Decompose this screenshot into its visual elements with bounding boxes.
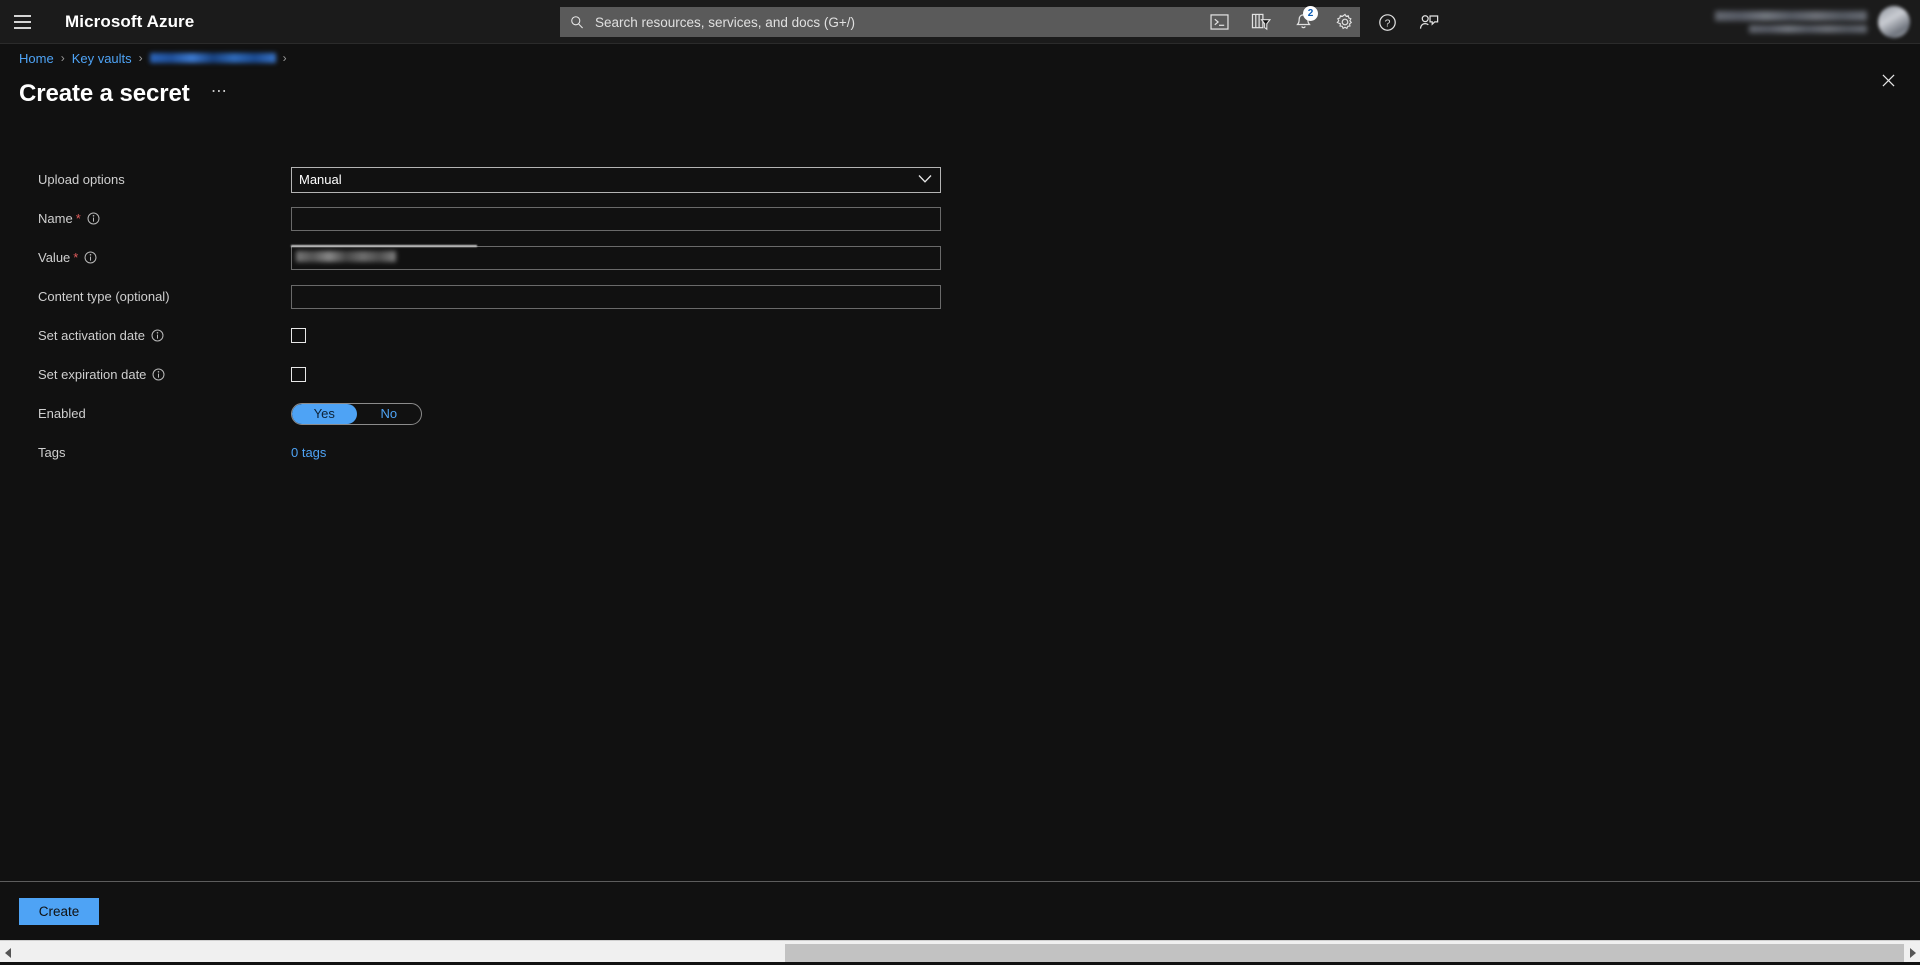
scroll-left-arrow-icon[interactable] [0,941,16,965]
label-value: Value * [38,250,291,265]
enabled-toggle[interactable]: Yes No [291,403,422,425]
blade-footer: Create [0,881,1920,940]
feedback-person-icon[interactable] [1408,0,1450,44]
form-row-upload-options: Upload options Manual Certificate [0,160,1920,199]
name-input[interactable] [291,207,941,231]
form-row-value: Value * [0,238,1920,277]
label-enabled: Enabled [38,406,291,421]
cloud-shell-icon[interactable] [1198,0,1240,44]
account-org-redacted [1749,25,1867,33]
label-set-activation-date: Set activation date [38,328,291,343]
field-enabled: Yes No [291,403,941,425]
info-icon[interactable] [151,329,164,342]
create-secret-form: Upload options Manual Certificate Name * [0,160,1920,472]
label-text: Set expiration date [38,367,146,382]
info-icon[interactable] [87,212,100,225]
upload-options-select[interactable]: Manual Certificate [291,167,941,193]
label-name: Name * [38,211,291,226]
hamburger-line [14,27,31,29]
label-text: Upload options [38,172,125,187]
required-asterisk: * [76,211,81,226]
label-text: Value [38,250,70,265]
settings-gear-icon[interactable] [1324,0,1366,44]
tags-link[interactable]: 0 tags [291,445,326,460]
notifications-bell-icon[interactable]: 2 [1282,0,1324,44]
user-account-menu[interactable] [1460,0,1920,44]
breadcrumb-separator: › [61,51,65,65]
breadcrumb-separator: › [283,51,287,65]
field-set-activation-date [291,328,941,343]
field-set-expiration-date [291,367,941,382]
breadcrumb-separator: › [139,51,143,65]
form-row-tags: Tags 0 tags [0,433,1920,472]
account-name-redacted [1715,11,1867,21]
label-content-type: Content type (optional) [38,289,291,304]
label-tags: Tags [38,445,291,460]
more-menu-icon[interactable]: ⋯ [206,81,234,107]
form-row-enabled: Enabled Yes No [0,394,1920,433]
required-asterisk: * [73,250,78,265]
close-icon[interactable] [1873,65,1903,95]
enabled-toggle-yes[interactable]: Yes [292,404,357,424]
scrollbar-thumb[interactable] [785,944,1904,962]
label-set-expiration-date: Set expiration date [38,367,291,382]
info-icon[interactable] [84,251,97,264]
azure-brand-label[interactable]: Microsoft Azure [65,12,194,32]
label-text: Content type (optional) [38,289,170,304]
enabled-toggle-no[interactable]: No [357,404,422,424]
value-input[interactable] [291,246,941,270]
label-text: Enabled [38,406,86,421]
breadcrumb-item-home[interactable]: Home [19,51,54,66]
breadcrumb-item-vault-redacted[interactable] [150,53,276,63]
hamburger-line [14,21,31,23]
set-expiration-date-checkbox[interactable] [291,367,306,382]
field-value [291,246,941,270]
field-upload-options: Manual Certificate [291,167,941,193]
search-icon [570,15,584,29]
account-text-block [1715,11,1867,33]
scroll-right-arrow-icon[interactable] [1904,941,1920,965]
label-text: Set activation date [38,328,145,343]
directory-filter-icon[interactable] [1240,0,1282,44]
breadcrumb: Home › Key vaults › › [0,44,1920,72]
field-name [291,207,941,231]
info-icon[interactable] [152,368,165,381]
top-navigation-bar: Microsoft Azure [0,0,1920,44]
field-content-type [291,285,941,309]
svg-text:?: ? [1384,18,1390,29]
hamburger-icon[interactable] [0,0,44,44]
label-text: Name [38,211,73,226]
nav-icon-group: 2 ? [1198,0,1450,44]
horizontal-scrollbar[interactable] [0,940,1920,964]
hamburger-line [14,15,31,17]
page-title: Create a secret [19,80,190,108]
field-tags: 0 tags [291,444,941,462]
blade-title-row: Create a secret ⋯ [0,72,1920,116]
form-row-content-type: Content type (optional) [0,277,1920,316]
form-row-name: Name * [0,199,1920,238]
form-row-set-activation-date: Set activation date [0,316,1920,355]
create-button[interactable]: Create [19,898,99,925]
set-activation-date-checkbox[interactable] [291,328,306,343]
label-text: Tags [38,445,65,460]
form-row-set-expiration-date: Set expiration date [0,355,1920,394]
content-type-input[interactable] [291,285,941,309]
label-upload-options: Upload options [38,172,291,187]
breadcrumb-item-key-vaults[interactable]: Key vaults [72,51,132,66]
help-question-icon[interactable]: ? [1366,0,1408,44]
notification-badge-count: 2 [1303,6,1318,21]
avatar[interactable] [1878,6,1910,38]
scrollbar-track[interactable] [16,941,1904,965]
